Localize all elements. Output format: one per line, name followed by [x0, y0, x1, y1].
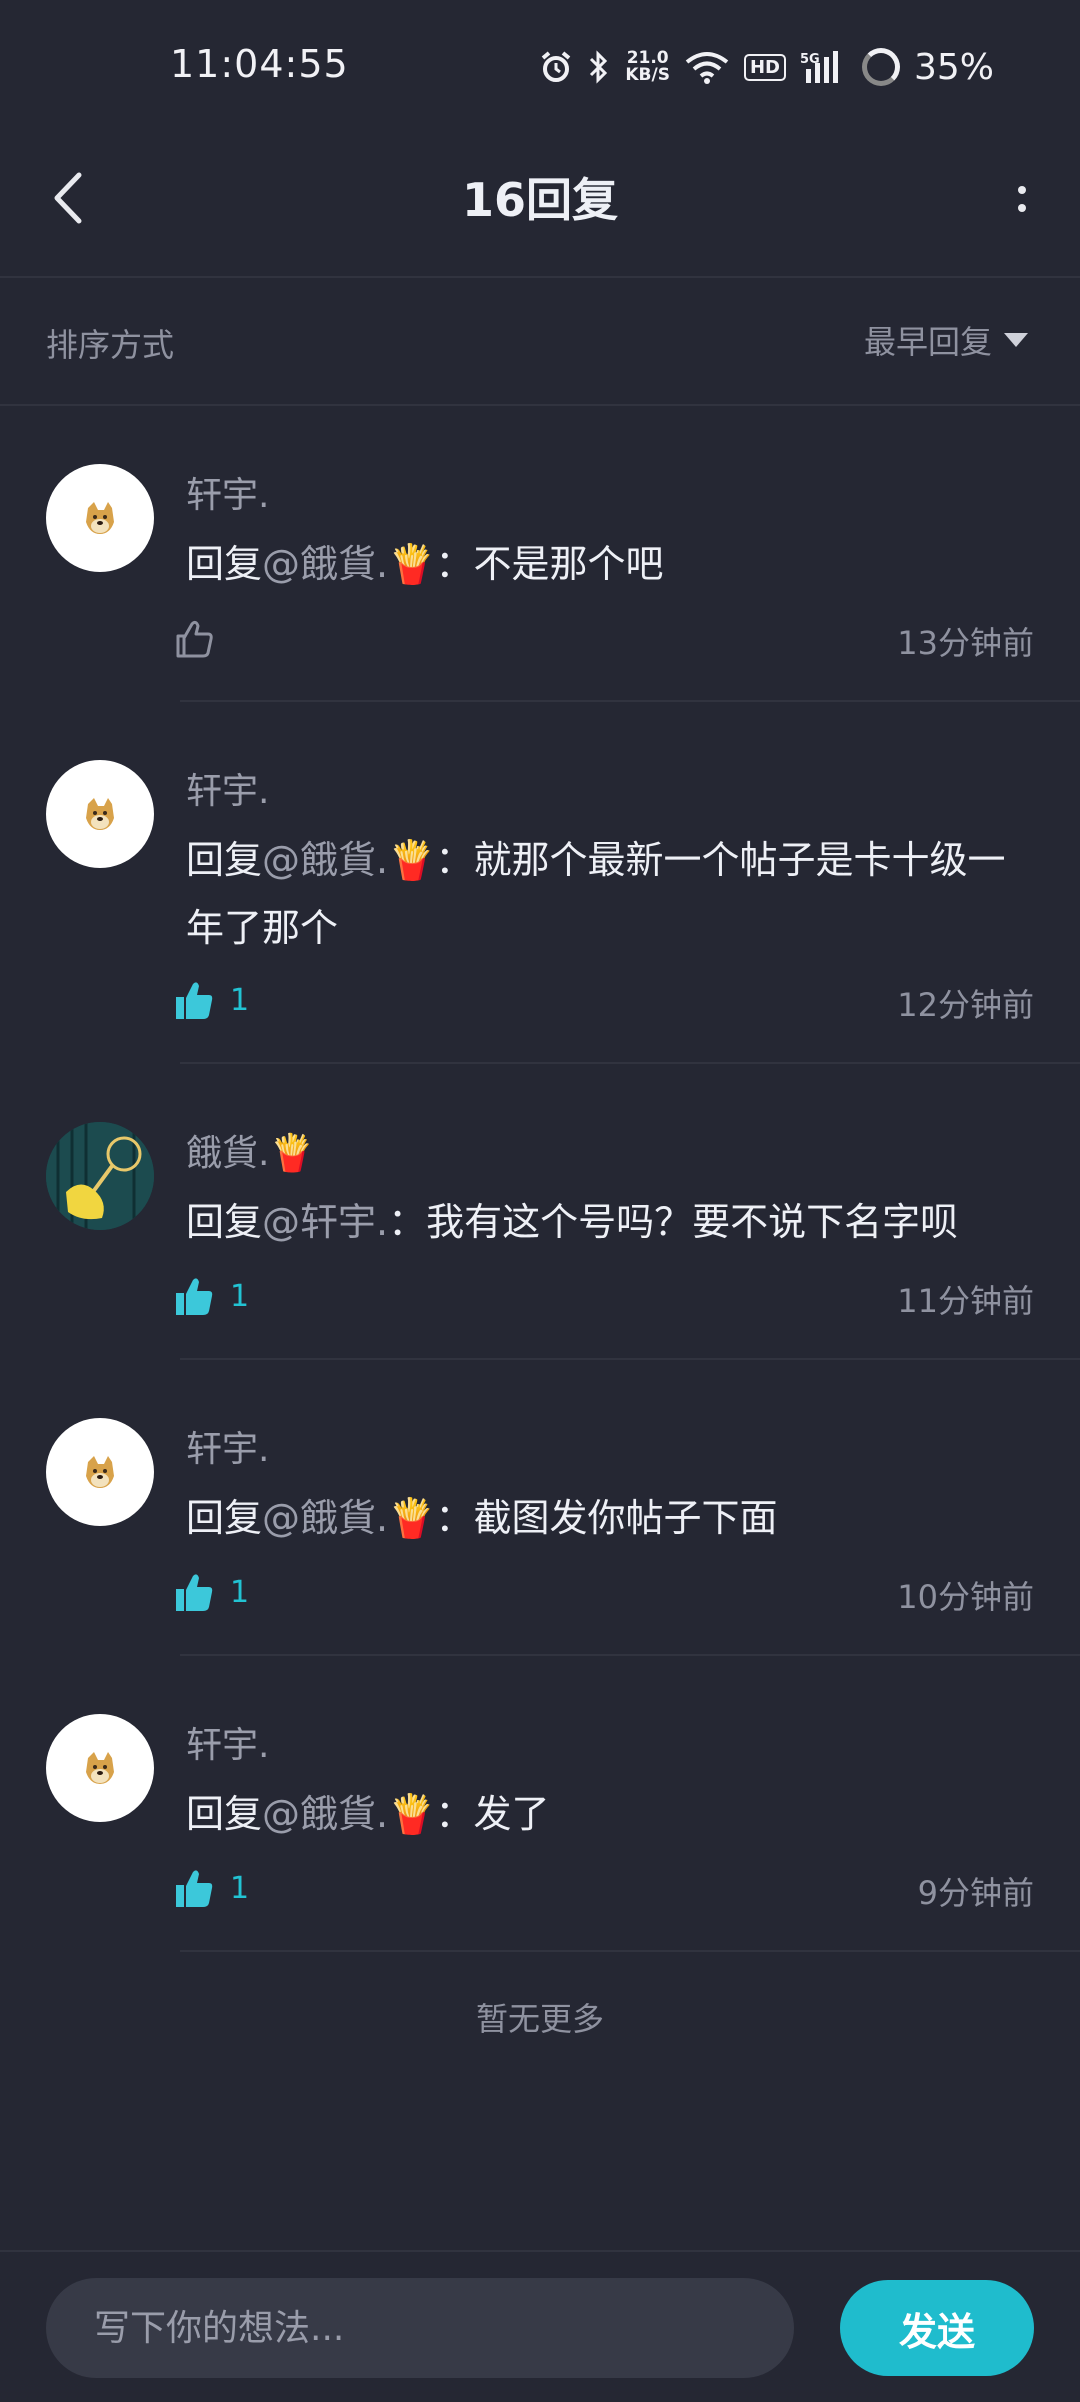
reply-time: 10分钟前 [897, 1578, 1034, 1616]
like-button[interactable]: 1 [172, 1274, 249, 1318]
mention-link[interactable]: @餓貨.🍟 [262, 1792, 435, 1836]
battery-ring-icon [861, 48, 900, 86]
sort-bar: 排序方式 最早回复 [0, 278, 1080, 406]
reply-time: 9分钟前 [917, 1874, 1034, 1912]
reply-time: 12分钟前 [897, 986, 1034, 1024]
reply-username[interactable]: 轩宇. [186, 1716, 269, 1768]
sort-selected-value: 最早回复 [863, 323, 992, 361]
like-button[interactable]: 1 [172, 978, 249, 1022]
reply-username[interactable]: 轩宇. [186, 1420, 269, 1472]
wifi-icon [685, 52, 729, 84]
mention-link[interactable]: @餓貨.🍟 [262, 838, 435, 882]
doge-avatar-icon [86, 1456, 114, 1488]
like-count: 1 [230, 1870, 250, 1906]
thumbs-up-filled-icon [176, 1278, 213, 1315]
like-count: 1 [230, 982, 250, 1018]
reply-time: 13分钟前 [897, 624, 1034, 662]
like-button[interactable]: 1 [172, 1570, 249, 1614]
doge-avatar-icon [86, 1752, 114, 1784]
thumbs-up-filled-icon [176, 1574, 213, 1611]
reply-content: 回复@餓貨.🍟：发了 [186, 1792, 550, 1836]
reply-input[interactable] [46, 2278, 794, 2378]
cellular-signal-icon: 5G [800, 51, 838, 83]
status-bar: 11:04:55 21.0 KB/S HD 5G 35% [0, 0, 1080, 120]
reply-item: 轩宇. 回复@餓貨.🍟：不是那个吧 13分钟前 [0, 406, 1080, 702]
reply-username[interactable]: 轩宇. [186, 466, 269, 518]
avatar[interactable] [46, 760, 154, 868]
reply-list: 轩宇. 回复@餓貨.🍟：不是那个吧 13分钟前 轩宇. 回复@餓貨.🍟：就那个最… [0, 406, 1080, 1952]
reply-content: 回复@餓貨.🍟：截图发你帖子下面 [186, 1496, 778, 1540]
reply-username[interactable]: 餓貨.🍟 [186, 1124, 314, 1176]
avatar[interactable] [46, 1714, 154, 1822]
mention-link[interactable]: @轩宇. [262, 1200, 388, 1244]
bluetooth-icon [590, 50, 608, 84]
thumbs-up-outline-icon [176, 620, 213, 658]
divider [180, 1950, 1080, 1952]
sort-label: 排序方式 [46, 326, 175, 364]
status-time: 11:04:55 [170, 42, 349, 86]
avatar[interactable] [46, 1418, 154, 1526]
reply-item: 轩宇. 回复@餓貨.🍟：发了 1 9分钟前 [0, 1656, 1080, 1952]
reply-content: 回复@餓貨.🍟：就那个最新一个帖子是卡十级一年了那个 [186, 838, 1006, 950]
page-title: 16回复 [461, 173, 618, 227]
like-button[interactable] [172, 616, 216, 660]
like-count: 1 [230, 1574, 250, 1610]
no-more-indicator: 暂无更多 [475, 2000, 604, 2038]
more-options-button[interactable] [1000, 164, 1044, 234]
alarm-icon [542, 51, 571, 82]
doge-avatar-icon [86, 502, 114, 534]
reply-input-bar: 发送 [0, 2250, 1080, 2402]
doge-avatar-icon [86, 798, 114, 830]
sort-dropdown[interactable]: 最早回复 [864, 314, 1028, 366]
reply-item: 轩宇. 回复@餓貨.🍟：截图发你帖子下面 1 10分钟前 [0, 1360, 1080, 1656]
thumbs-up-filled-icon [176, 1870, 213, 1907]
battery-level: 35% [913, 46, 994, 88]
top-app-bar: 16回复 [0, 120, 1080, 278]
more-dots-icon [1018, 186, 1026, 194]
send-button[interactable]: 发送 [840, 2280, 1034, 2376]
reply-username[interactable]: 轩宇. [186, 762, 269, 814]
mention-link[interactable]: @餓貨.🍟 [262, 542, 435, 586]
reply-content: 回复@餓貨.🍟：不是那个吧 [186, 542, 664, 586]
hd-badge: HD [743, 53, 786, 81]
mention-link[interactable]: @餓貨.🍟 [262, 1496, 435, 1540]
avatar[interactable] [46, 464, 154, 572]
thumbs-up-filled-icon [176, 982, 213, 1019]
reply-item: 轩宇. 回复@餓貨.🍟：就那个最新一个帖子是卡十级一年了那个 1 12分钟前 [0, 702, 1080, 1064]
caret-down-icon [1004, 333, 1028, 347]
reply-time: 11分钟前 [897, 1282, 1034, 1320]
reply-item: 餓貨.🍟 回复@轩宇.：我有这个号吗？要不说下名字呗 1 11分钟前 [0, 1064, 1080, 1360]
net-avatar-icon [46, 1122, 154, 1230]
like-count: 1 [230, 1278, 250, 1314]
network-speed: 21.0 KB/S [625, 48, 670, 85]
reply-content: 回复@轩宇.：我有这个号吗？要不说下名字呗 [186, 1200, 959, 1244]
like-button[interactable]: 1 [172, 1866, 249, 1910]
status-icons: 21.0 KB/S HD 5G 35% [539, 42, 994, 92]
avatar[interactable] [46, 1122, 154, 1230]
